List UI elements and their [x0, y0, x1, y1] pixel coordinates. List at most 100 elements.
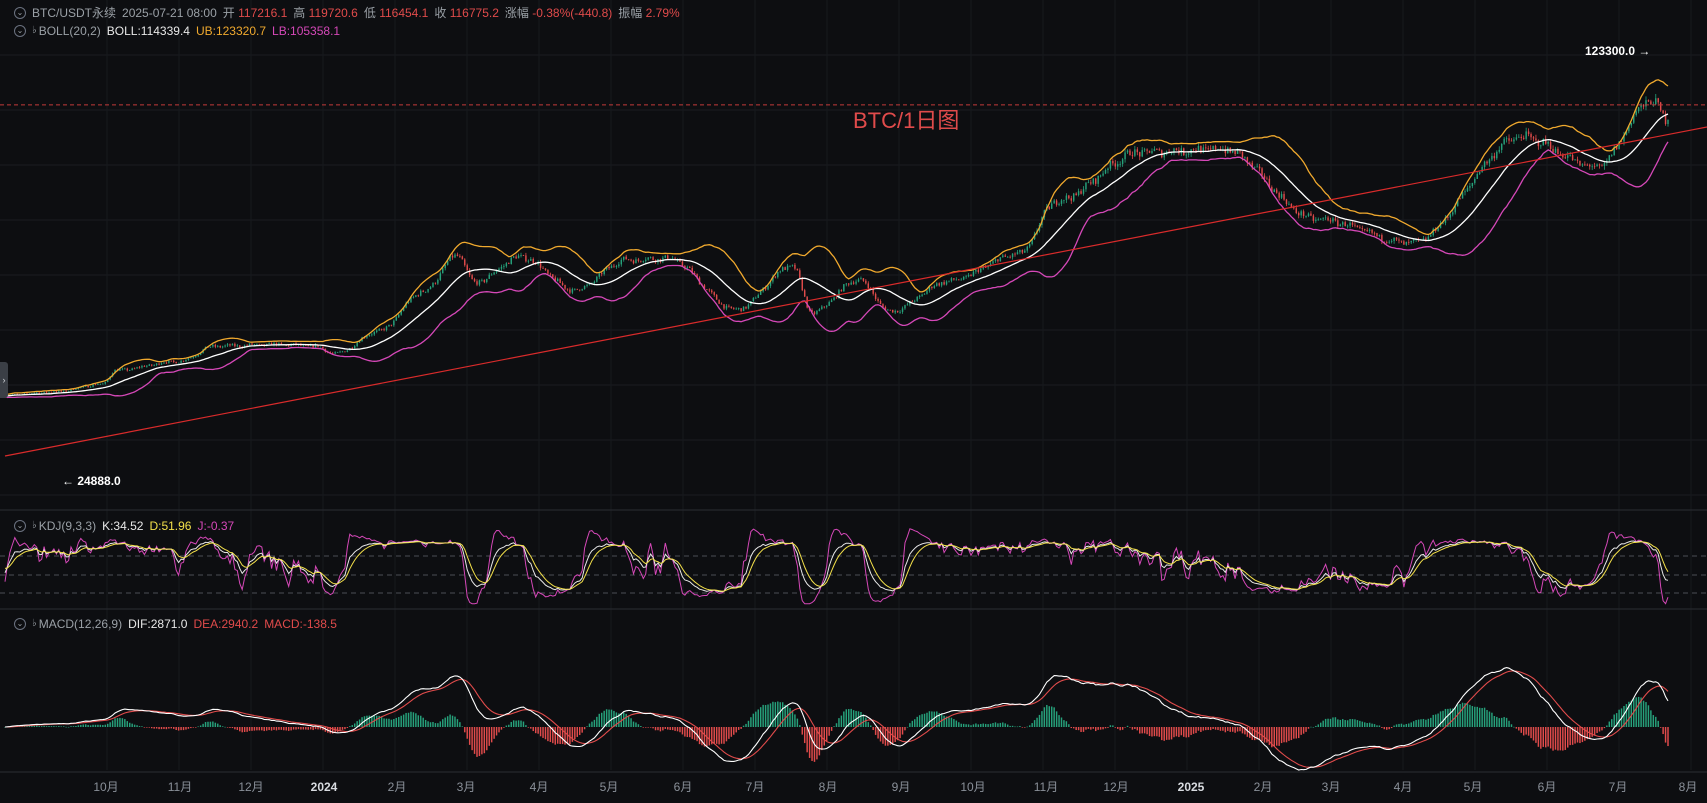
macd-bar: [1195, 727, 1197, 734]
macd-bar: [1317, 724, 1320, 727]
candle-body: [1275, 189, 1278, 193]
x-axis-tick-label: 4月: [1394, 780, 1413, 794]
candle-body: [1603, 163, 1606, 167]
chart-svg[interactable]: 123300.0 → ← 24888.0 BTC/1日图 10月 11月 12月 2024 2…: [0, 0, 1707, 798]
macd-bar: [94, 724, 97, 727]
macd-bar: [1518, 727, 1520, 731]
candle-body: [1400, 240, 1403, 242]
macd-bar: [772, 701, 774, 727]
chart-canvas[interactable]: 123300.0 → ← 24888.0 BTC/1日图 10月 11月 12月 2024 2…: [0, 0, 1707, 798]
candle-body: [1449, 214, 1452, 218]
macd-bar: [1476, 706, 1478, 727]
candle-body: [1655, 98, 1657, 105]
macd-bar: [1346, 720, 1349, 727]
macd-bar: [681, 727, 684, 735]
chevron-circle-icon[interactable]: ⌄: [14, 520, 26, 532]
macd-bar: [649, 727, 652, 728]
candle-body: [1048, 206, 1050, 209]
macd-bar: [999, 722, 1002, 727]
macd-bar: [750, 717, 752, 727]
candle-body: [353, 346, 356, 349]
bell-icon[interactable]: ♭: [32, 518, 37, 534]
macd-bar: [901, 727, 904, 735]
macd-bar: [390, 719, 393, 727]
macd-bar: [578, 727, 581, 736]
candle-body: [1080, 191, 1082, 194]
macd-bar: [654, 727, 657, 731]
macd-bar: [297, 727, 300, 730]
macd-bar: [801, 727, 803, 735]
macd-bar: [1026, 726, 1028, 728]
candle-body: [280, 343, 283, 345]
macd-bar: [199, 725, 202, 727]
chevron-circle-icon[interactable]: ⌄: [14, 25, 26, 37]
candle-body: [1288, 203, 1290, 205]
macd-bar: [684, 727, 686, 737]
candle-body: [916, 296, 918, 301]
candle-body: [1253, 166, 1256, 168]
macd-bar: [1442, 710, 1444, 727]
macd-bar: [791, 710, 794, 727]
x-axis-tick-label: 7月: [746, 780, 765, 794]
macd-bar: [508, 724, 510, 727]
macd-bar: [283, 727, 285, 731]
macd-bar: [1041, 711, 1043, 727]
candle-body: [234, 343, 236, 347]
chevron-circle-icon[interactable]: ⌄: [14, 618, 26, 630]
macd-bar: [1532, 727, 1535, 741]
macd-bar: [141, 726, 143, 727]
candle-body: [1324, 217, 1327, 219]
macd-bar: [1505, 717, 1508, 727]
candle-body: [1364, 229, 1366, 231]
candle-body: [620, 259, 623, 265]
macd-bar: [128, 722, 131, 727]
candle-body: [1283, 194, 1285, 200]
macd-bar: [720, 727, 723, 744]
macd-bar: [960, 723, 962, 727]
macd-bar: [921, 714, 923, 727]
macd-bar: [309, 727, 312, 730]
candle-body: [155, 363, 158, 365]
macd-bar: [549, 727, 552, 742]
macd-hist-value: MACD:-138.5: [264, 617, 337, 631]
candle-body: [615, 266, 618, 267]
candle-body: [784, 267, 786, 270]
candle-body: [1187, 153, 1190, 155]
macd-bar: [248, 727, 251, 731]
candle-body: [236, 345, 239, 347]
macd-bar: [1417, 719, 1420, 727]
macd-bar: [583, 727, 586, 730]
bell-icon[interactable]: ♭: [32, 23, 37, 39]
candle-body: [1053, 200, 1055, 204]
candle-body: [258, 343, 261, 345]
change-value: -0.38%(-440.8): [532, 6, 613, 20]
candle-body: [1197, 146, 1200, 151]
macd-bar: [642, 727, 645, 728]
candle-body: [723, 304, 725, 309]
macd-bar: [43, 725, 45, 727]
candle-body: [1205, 147, 1207, 149]
macd-bar: [1486, 709, 1488, 727]
macd-bar: [1324, 718, 1327, 727]
macd-bar: [486, 727, 488, 751]
macd-bar: [493, 727, 495, 739]
chevron-circle-icon[interactable]: ⌄: [14, 7, 26, 19]
candle-body: [904, 305, 906, 309]
macd-bar: [1129, 727, 1131, 728]
candle-body: [102, 383, 104, 385]
macd-bar: [400, 715, 402, 727]
macd-bar: [1065, 721, 1068, 727]
chevron-right-icon[interactable]: ›: [0, 362, 8, 398]
candle-body: [1508, 138, 1510, 141]
macd-bar: [1192, 727, 1195, 734]
macd-bar: [803, 727, 806, 744]
macd-bar: [970, 725, 972, 727]
candle-body: [571, 289, 574, 293]
candle-body: [1021, 249, 1024, 253]
candle-body: [1430, 235, 1432, 237]
candle-body: [503, 266, 505, 267]
candle-body: [1412, 239, 1415, 241]
bell-icon[interactable]: ♭: [32, 616, 37, 632]
candle-body: [825, 305, 828, 307]
candle-body: [1505, 138, 1508, 140]
